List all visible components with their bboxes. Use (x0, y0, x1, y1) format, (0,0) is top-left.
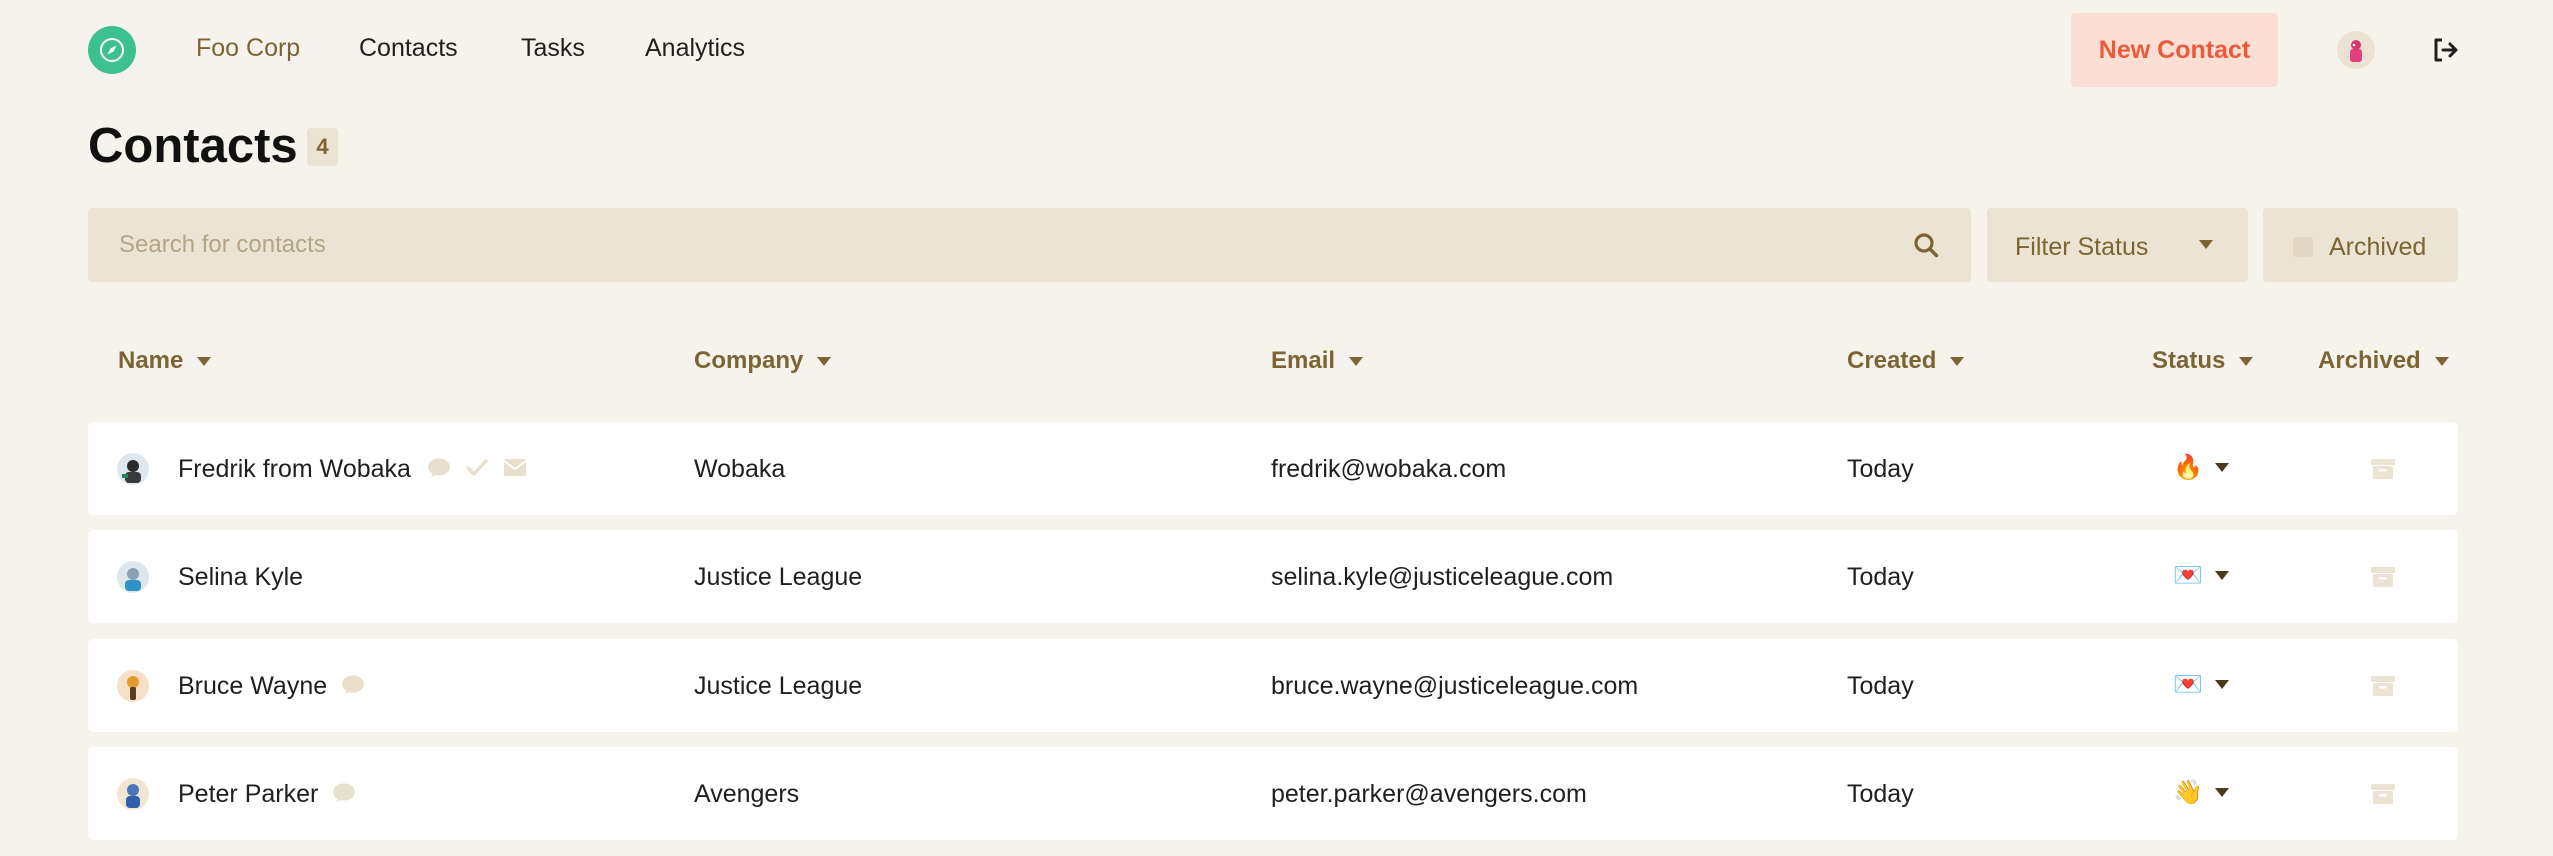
column-header-label: Name (118, 347, 184, 374)
search-box (88, 208, 1971, 282)
archived-filter-toggle[interactable]: Archived (2263, 208, 2458, 282)
table-row[interactable]: Fredrik from Wobaka Wobaka fredrik@wobak… (88, 422, 2458, 515)
column-header-company[interactable]: Company (694, 347, 832, 375)
column-header-created[interactable]: Created (1847, 347, 1965, 375)
contact-email[interactable]: bruce.wayne@justiceleague.com (1271, 672, 1638, 701)
archived-filter-label: Archived (2329, 233, 2427, 261)
nav-brand-link[interactable]: Foo Corp (196, 34, 300, 63)
column-header-archived[interactable]: Archived (2318, 347, 2449, 375)
logout-icon[interactable] (2430, 34, 2462, 66)
nav-link-tasks[interactable]: Tasks (521, 34, 585, 63)
contact-email[interactable]: selina.kyle@justiceleague.com (1271, 563, 1613, 592)
contact-avatar (117, 561, 149, 593)
archived-checkbox[interactable] (2293, 237, 2313, 257)
status-waving-hand-icon[interactable]: 👋 (2173, 777, 2203, 807)
filter-status-label: Filter Status (2015, 233, 2149, 261)
column-header-label: Archived (2318, 347, 2421, 374)
status-love-letter-icon[interactable]: 💌 (2173, 669, 2203, 699)
contact-created: Today (1847, 672, 1914, 700)
sort-caret-icon (197, 356, 212, 366)
contact-company: Justice League (694, 563, 863, 591)
user-avatar[interactable] (2337, 31, 2375, 69)
contact-avatar (117, 778, 149, 810)
contact-company: Justice League (694, 672, 863, 700)
column-header-label: Status (2152, 347, 2226, 374)
archive-icon[interactable] (2370, 457, 2396, 481)
table-row[interactable]: Selina Kyle Justice League selina.kyle@j… (88, 530, 2458, 623)
filter-status-dropdown[interactable]: Filter Status (1987, 208, 2248, 282)
contact-activity-icons (332, 782, 356, 804)
search-input[interactable] (88, 208, 1971, 282)
contact-avatar (117, 670, 149, 702)
contact-activity-icons (427, 457, 527, 479)
column-header-email[interactable]: Email (1271, 347, 1364, 375)
contact-count-badge: 4 (307, 128, 338, 166)
nav-link-contacts[interactable]: Contacts (359, 34, 458, 63)
contact-company: Avengers (694, 780, 800, 808)
column-header-label: Created (1847, 347, 1937, 374)
nav-link-analytics[interactable]: Analytics (645, 34, 745, 63)
contact-avatar (117, 453, 149, 485)
contact-name[interactable]: Bruce Wayne (178, 672, 327, 701)
contact-name[interactable]: Fredrik from Wobaka (178, 455, 411, 484)
sort-caret-icon (2239, 356, 2254, 366)
sort-caret-icon (2434, 356, 2449, 366)
status-dropdown-caret-icon[interactable] (2215, 788, 2229, 797)
mail-icon (503, 459, 527, 476)
comment-icon (342, 675, 364, 694)
contact-activity-icons (341, 674, 365, 696)
column-header-name[interactable]: Name (118, 347, 212, 375)
column-header-status[interactable]: Status (2152, 347, 2254, 375)
sort-caret-icon (817, 356, 832, 366)
contact-created: Today (1847, 780, 1914, 808)
compass-logo-icon[interactable] (88, 26, 136, 74)
table-row[interactable]: Bruce Wayne Justice League bruce.wayne@j… (88, 639, 2458, 732)
page-title: Contacts (88, 119, 298, 173)
archive-icon[interactable] (2370, 782, 2396, 806)
table-row[interactable]: Peter Parker Avengers peter.parker@aveng… (88, 747, 2458, 840)
archive-icon[interactable] (2370, 565, 2396, 589)
new-contact-button[interactable]: New Contact (2071, 13, 2278, 87)
comment-icon (428, 458, 450, 477)
contact-created: Today (1847, 563, 1914, 591)
archive-icon[interactable] (2370, 674, 2396, 698)
contact-email[interactable]: fredrik@wobaka.com (1271, 455, 1506, 484)
contact-company: Wobaka (694, 455, 786, 483)
sort-caret-icon (1950, 356, 1965, 366)
chevron-down-icon (2199, 240, 2213, 249)
contact-name[interactable]: Selina Kyle (178, 563, 303, 592)
status-dropdown-caret-icon[interactable] (2215, 463, 2229, 472)
sort-caret-icon (1349, 356, 1364, 366)
comment-icon (333, 783, 355, 802)
check-icon (466, 459, 488, 476)
column-header-label: Company (694, 347, 804, 374)
contact-email[interactable]: peter.parker@avengers.com (1271, 780, 1587, 809)
status-dropdown-caret-icon[interactable] (2215, 571, 2229, 580)
contact-created: Today (1847, 455, 1914, 483)
status-love-letter-icon[interactable]: 💌 (2173, 560, 2203, 590)
contact-name[interactable]: Peter Parker (178, 780, 318, 809)
status-dropdown-caret-icon[interactable] (2215, 680, 2229, 689)
top-navigation: Foo Corp Contacts Tasks Analytics New Co… (0, 0, 2553, 100)
status-fire-icon[interactable]: 🔥 (2173, 452, 2203, 482)
column-header-label: Email (1271, 347, 1336, 374)
search-icon[interactable] (1913, 232, 1939, 258)
